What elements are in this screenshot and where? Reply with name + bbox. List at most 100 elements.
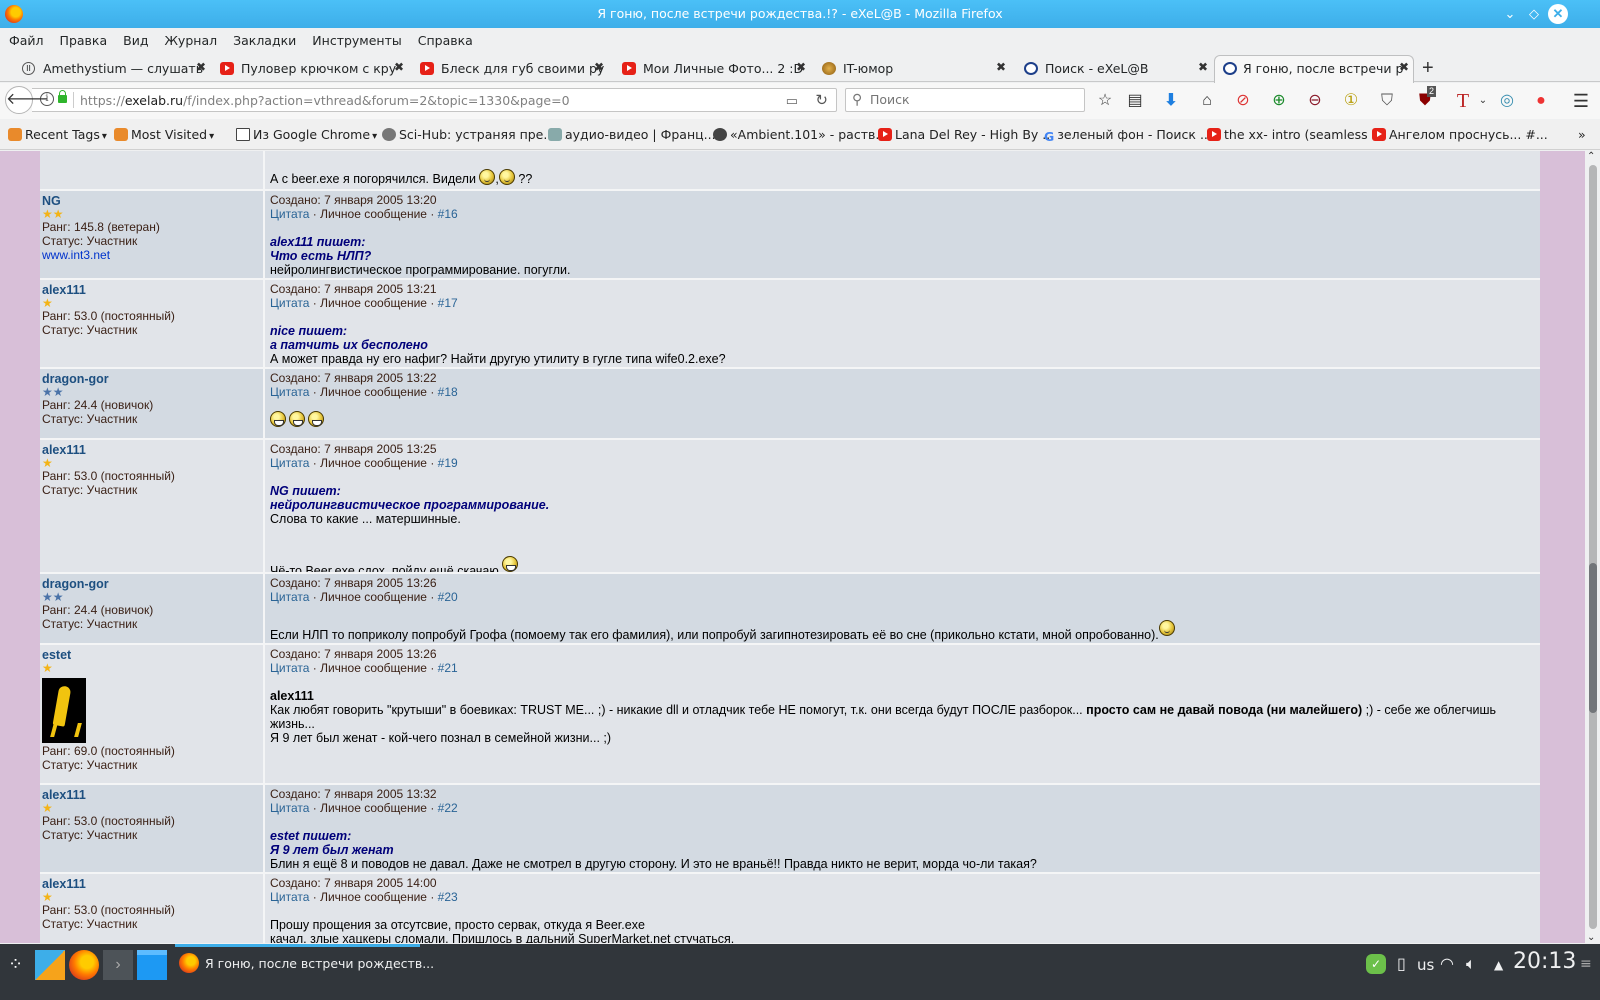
quote-link[interactable]: Цитата [270, 801, 309, 815]
post-author[interactable]: alex111 [42, 788, 261, 802]
post-number-link[interactable]: #19 [438, 456, 458, 470]
post-number-link[interactable]: #21 [438, 661, 458, 675]
tab-search-exelab[interactable]: Поиск - eXeL@B ✖ [1022, 56, 1212, 82]
bookmark-ambient[interactable]: «Ambient.101» - раств... [713, 127, 887, 142]
menu-bookmarks[interactable]: Закладки [225, 28, 304, 48]
pm-link[interactable]: Личное сообщение [320, 456, 427, 470]
bookmark-most-visited[interactable]: Most Visited ▾ [114, 127, 214, 142]
bookmark-the-xx[interactable]: the xx- intro (seamless ... [1207, 127, 1384, 142]
app-launcher-icon[interactable]: ⁘ [8, 954, 23, 975]
scroll-down-icon[interactable]: ⌄ [1587, 932, 1595, 943]
post-number-link[interactable]: #18 [438, 385, 458, 399]
kde-apps-icon[interactable] [35, 950, 65, 980]
bookmark-recent-tags[interactable]: Recent Tags ▾ [8, 127, 107, 142]
post-number-link[interactable]: #20 [438, 590, 458, 604]
taskbar-firefox-task[interactable]: Я гоню, после встречи рождеств... [175, 944, 434, 982]
bookmark-lana-del-rey[interactable]: Lana Del Rey - High By ... [878, 127, 1054, 142]
reader-view-icon[interactable]: ▭ [786, 93, 798, 109]
menu-help[interactable]: Справка [410, 28, 481, 48]
panel-menu-icon[interactable]: ≡ [1580, 956, 1592, 972]
quote-link[interactable]: Цитата [270, 890, 309, 904]
volume-icon[interactable]: 🔈︎ [1466, 954, 1476, 974]
search-bar[interactable]: ⚲ [845, 88, 1085, 112]
post-author[interactable]: NG [42, 194, 261, 208]
chevron-down-icon[interactable]: ⌄ [1472, 90, 1494, 112]
url-text[interactable]: https://exelab.ru/f/index.php?action=vth… [80, 93, 570, 108]
extension-drop-icon[interactable]: ◎ [1496, 90, 1518, 112]
quote-link[interactable]: Цитата [270, 296, 309, 310]
close-tab-icon[interactable]: ✖ [196, 60, 206, 74]
menu-file[interactable]: Файл [0, 28, 52, 48]
terminal-icon[interactable]: › [103, 950, 133, 980]
search-input[interactable] [870, 92, 1070, 107]
post-number-link[interactable]: #17 [438, 296, 458, 310]
close-tab-icon[interactable]: ✖ [594, 60, 604, 74]
color-picker-icon[interactable]: ● [1530, 90, 1552, 112]
menu-tools[interactable]: Инструменты [304, 28, 409, 48]
bookmark-angelom[interactable]: Ангелом проснусь... #... [1372, 127, 1548, 142]
close-tab-icon[interactable]: ✖ [996, 60, 1006, 74]
tab-pulover[interactable]: Пуловер крючком с кру ✖ [218, 56, 408, 82]
scroll-up-icon[interactable]: ⌃ [1587, 151, 1595, 162]
lock-icon[interactable] [58, 90, 67, 103]
pocket-icon[interactable]: ⛉ [1376, 90, 1398, 112]
quote-link[interactable]: Цитата [270, 385, 309, 399]
post-number-link[interactable]: #23 [438, 890, 458, 904]
tab-current-thread[interactable]: Я гоню, после встречи р ✖ [1214, 55, 1414, 83]
wifi-icon[interactable]: ◠ [1440, 954, 1454, 973]
close-window-button[interactable]: ✕ [1548, 4, 1568, 24]
post-author[interactable]: alex111 [42, 443, 261, 457]
tab-lipgloss[interactable]: Блеск для губ своими ру ✖ [418, 56, 608, 82]
keyboard-layout-indicator[interactable]: us [1417, 956, 1434, 974]
post-number-link[interactable]: #22 [438, 801, 458, 815]
post-author[interactable]: alex111 [42, 283, 261, 297]
post-author[interactable]: alex111 [42, 877, 261, 891]
menu-view[interactable]: Вид [115, 28, 156, 48]
quote-link[interactable]: Цитата [270, 207, 309, 221]
post-author[interactable]: estet [42, 648, 261, 662]
quote-link[interactable]: Цитата [270, 590, 309, 604]
maximize-button[interactable]: ◇ [1524, 4, 1544, 24]
hamburger-menu-icon[interactable]: ☰ [1570, 90, 1592, 112]
pm-link[interactable]: Личное сообщение [320, 661, 427, 675]
pm-link[interactable]: Личное сообщение [320, 890, 427, 904]
menu-history[interactable]: Журнал [156, 28, 225, 48]
file-manager-icon[interactable] [137, 950, 167, 980]
close-tab-icon[interactable]: ✖ [1399, 60, 1409, 74]
scrollbar-thumb[interactable] [1589, 563, 1597, 713]
tray-expand-icon[interactable]: ▲ [1494, 958, 1503, 972]
close-tab-icon[interactable]: ✖ [1198, 60, 1208, 74]
quote-link[interactable]: Цитата [270, 661, 309, 675]
usb-device-icon[interactable]: ▯ [1397, 954, 1406, 973]
pm-link[interactable]: Личное сообщение [320, 801, 427, 815]
downloads-icon[interactable]: ⬇ [1160, 90, 1182, 112]
close-tab-icon[interactable]: ✖ [796, 60, 806, 74]
clock[interactable]: 20:13 [1513, 949, 1576, 974]
bookmark-from-chrome[interactable]: Из Google Chrome ▾ [236, 127, 377, 142]
close-tab-icon[interactable]: ✖ [394, 60, 404, 74]
zoom-out-icon[interactable]: ⊖ [1304, 90, 1326, 112]
pm-link[interactable]: Личное сообщение [320, 296, 427, 310]
bookmark-green-bg[interactable]: Gзеленый фон - Поиск ... [1044, 127, 1212, 144]
post-author[interactable]: dragon-gor [42, 372, 261, 386]
minimize-button[interactable]: ⌄ [1500, 4, 1520, 24]
zoom-in-icon[interactable]: ⊕ [1268, 90, 1290, 112]
page-scrollbar[interactable]: ⌃ ⌄ [1585, 151, 1600, 943]
tab-amethystium[interactable]: II Amethystium — слушать ✖ [20, 56, 210, 82]
firefox-launcher-icon[interactable] [69, 950, 99, 980]
reload-icon[interactable]: ↻ [815, 91, 828, 109]
bookmark-star-icon[interactable]: ☆ [1094, 90, 1116, 112]
bookmark-scihub[interactable]: Sci-Hub: устраняя пре... [382, 127, 555, 142]
new-tab-button[interactable]: + [1422, 57, 1434, 80]
bookmarks-overflow-button[interactable]: » [1578, 127, 1586, 142]
tab-photos[interactable]: Мои Личные Фото... 2 :D ✖ [620, 56, 810, 82]
pm-link[interactable]: Личное сообщение [320, 207, 427, 221]
zoom-reset-icon[interactable]: ① [1340, 90, 1362, 112]
pm-link[interactable]: Личное сообщение [320, 385, 427, 399]
ublock-icon[interactable]: ⛊ 2 [1414, 86, 1437, 112]
skype-status-icon[interactable]: ✓ [1366, 954, 1386, 974]
post-number-link[interactable]: #16 [438, 207, 458, 221]
menu-edit[interactable]: Правка [52, 28, 116, 48]
tab-it-humor[interactable]: IT-юмор ✖ [820, 56, 1010, 82]
author-website-link[interactable]: www.int3.net [42, 248, 261, 262]
